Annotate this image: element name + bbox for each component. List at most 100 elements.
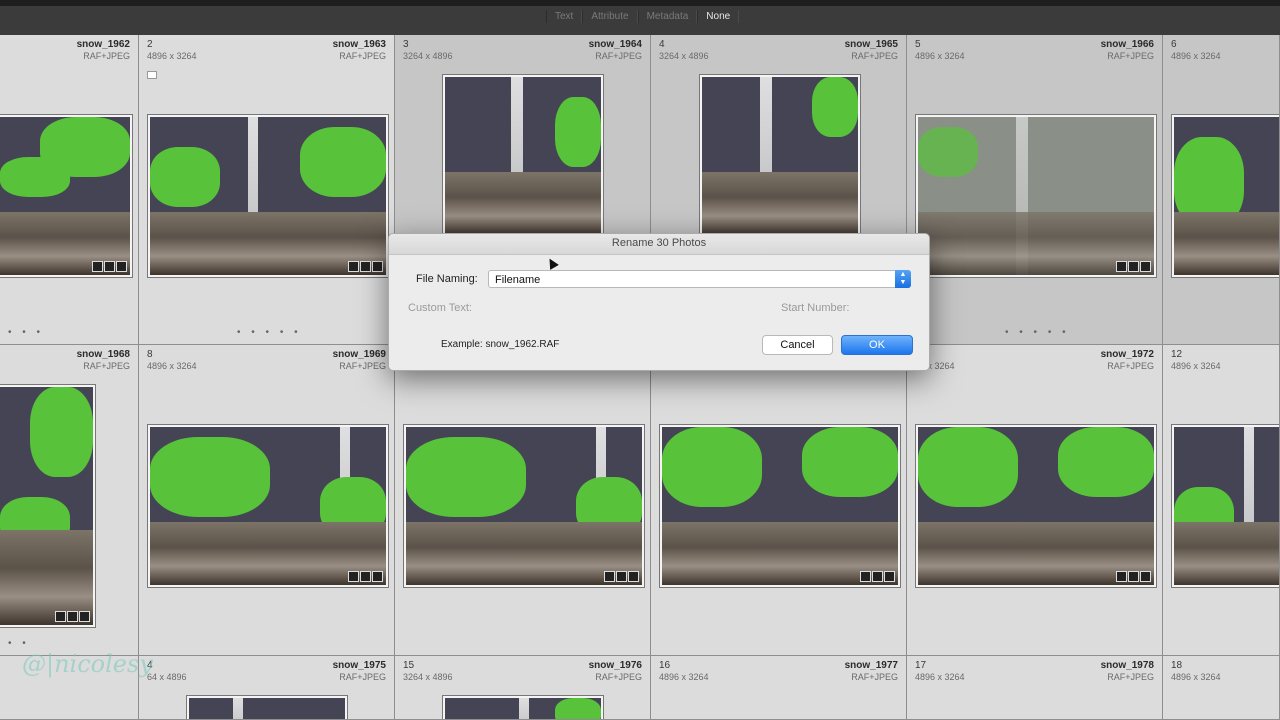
top-edge [0, 0, 1280, 6]
cell-index: 3 [403, 39, 409, 50]
rating-dots[interactable]: • • • • • [237, 327, 302, 338]
library-filter-bar: Text Attribute Metadata None [0, 0, 1280, 36]
cell-filename: snow_1977 [844, 660, 898, 671]
cell-dimensions: 4896 x 3264 [147, 51, 197, 61]
grid-cell[interactable] [651, 345, 907, 656]
photo-thumbnail[interactable] [916, 115, 1156, 277]
cell-filetype: RAF+JPEG [339, 51, 386, 61]
grid-cell[interactable]: snow_1968 RAF+JPEG • • [0, 345, 139, 656]
photo-thumbnail[interactable] [700, 75, 860, 237]
photo-thumbnail[interactable] [1172, 115, 1279, 277]
cell-index: 8 [147, 349, 153, 360]
grid-cell[interactable]: 4 64 x 4896 snow_1975 RAF+JPEG [139, 656, 395, 720]
rating-dots[interactable]: • • • [8, 327, 44, 338]
cell-index: 18 [1171, 660, 1183, 671]
cell-filetype: RAF+JPEG [1107, 361, 1154, 371]
cell-filetype: RAF+JPEG [339, 672, 386, 682]
cell-filetype: RAF+JPEG [83, 361, 130, 371]
metadata-badges [604, 571, 639, 582]
cell-dimensions: 4896 x 3264 [1171, 361, 1221, 371]
grid-cell[interactable]: 12 4896 x 3264 [1163, 345, 1280, 656]
cell-dimensions: 4896 x 3264 [1171, 672, 1221, 682]
photo-thumbnail[interactable] [443, 696, 603, 719]
file-naming-label: File Naming: [416, 273, 478, 285]
photo-thumbnail[interactable] [0, 385, 95, 627]
cell-index: 2 [147, 39, 153, 50]
cell-filename: snow_1962 [76, 39, 130, 50]
metadata-badges [348, 261, 383, 272]
grid-cell[interactable]: 17 4896 x 3264 snow_1978 RAF+JPEG [907, 656, 1163, 720]
grid-cell[interactable]: 5 4896 x 3264 snow_1966 RAF+JPEG • • • •… [907, 35, 1163, 345]
flag-icon[interactable] [147, 71, 157, 79]
photo-thumbnail[interactable] [660, 425, 900, 587]
photo-thumbnail[interactable] [148, 115, 388, 277]
watermark: @|nicolesy [22, 650, 153, 678]
cell-dimensions: 4896 x 3264 [1171, 51, 1221, 61]
cell-index: 15 [403, 660, 415, 671]
example-value: snow_1962.RAF [485, 339, 560, 350]
cell-filename: snow_1968 [76, 349, 130, 360]
filter-tab-text[interactable]: Text [546, 10, 583, 23]
rating-dots[interactable]: • • • • • [1005, 327, 1070, 338]
photo-thumbnail[interactable] [1172, 425, 1279, 587]
cell-filename: snow_1964 [588, 39, 642, 50]
cell-filename: snow_1978 [1100, 660, 1154, 671]
grid-cell[interactable]: 6 4896 x 3264 [1163, 35, 1280, 345]
photo-thumbnail[interactable] [0, 115, 132, 277]
cell-index: 12 [1171, 349, 1183, 360]
rename-photos-dialog: Rename 30 Photos File Naming: Filename ▲… [388, 233, 930, 371]
metadata-badges [348, 571, 383, 582]
cell-dimensions: 3264 x 4896 [403, 672, 453, 682]
cell-filetype: RAF+JPEG [83, 51, 130, 61]
grid-cell[interactable] [395, 345, 651, 656]
photo-thumbnail[interactable] [187, 696, 347, 719]
cell-index: 16 [659, 660, 671, 671]
photo-thumbnail[interactable] [404, 425, 644, 587]
cell-dimensions: 3264 x 4896 [403, 51, 453, 61]
grid-cell[interactable]: 2 4896 x 3264 snow_1963 RAF+JPEG • • • •… [139, 35, 395, 345]
cell-index: 17 [915, 660, 927, 671]
rating-dots[interactable]: • • [8, 638, 30, 649]
cell-filename: snow_1966 [1100, 39, 1154, 50]
photo-grid: snow_1962 RAF+JPEG • • • 2 4896 x 3264 s… [0, 35, 1280, 720]
filter-tabs: Text Attribute Metadata None [546, 10, 740, 23]
filter-tab-attribute[interactable]: Attribute [582, 10, 638, 23]
metadata-badges [55, 611, 90, 622]
metadata-badges [860, 571, 895, 582]
chevron-updown-icon[interactable]: ▲ ▼ [895, 270, 911, 288]
grid-cell[interactable]: 96 x 3264 snow_1972 RAF+JPEG [907, 345, 1163, 656]
cell-filename: snow_1972 [1100, 349, 1154, 360]
cell-dimensions: 4896 x 3264 [915, 672, 965, 682]
cell-dimensions: 4896 x 3264 [659, 672, 709, 682]
filter-tab-metadata[interactable]: Metadata [637, 10, 698, 23]
file-naming-value: Filename [495, 274, 541, 286]
file-naming-select[interactable]: Filename ▲ ▼ [488, 270, 911, 288]
cancel-button[interactable]: Cancel [762, 335, 833, 355]
metadata-badges [1116, 571, 1151, 582]
grid-cell[interactable]: 15 3264 x 4896 snow_1976 RAF+JPEG [395, 656, 651, 720]
cell-filename: snow_1976 [588, 660, 642, 671]
cell-filename: snow_1965 [844, 39, 898, 50]
grid-cell[interactable]: snow_1962 RAF+JPEG • • • [0, 35, 139, 345]
custom-text-label: Custom Text: [408, 302, 472, 314]
cell-filetype: RAF+JPEG [1107, 672, 1154, 682]
cell-dimensions: 4896 x 3264 [915, 51, 965, 61]
filter-tab-none[interactable]: None [697, 10, 740, 23]
cell-filetype: RAF+JPEG [1107, 51, 1154, 61]
cell-filename: snow_1975 [332, 660, 386, 671]
example-preview: Example: snow_1962.RAF [441, 339, 559, 350]
cell-dimensions: 3264 x 4896 [659, 51, 709, 61]
cell-filetype: RAF+JPEG [339, 361, 386, 371]
cell-filetype: RAF+JPEG [595, 672, 642, 682]
grid-cell[interactable]: 18 4896 x 3264 [1163, 656, 1280, 720]
photo-thumbnail[interactable] [443, 75, 603, 237]
grid-cell[interactable]: 8 4896 x 3264 snow_1969 RAF+JPEG [139, 345, 395, 656]
photo-thumbnail[interactable] [148, 425, 388, 587]
metadata-badges [1116, 261, 1151, 272]
grid-cell[interactable]: 16 4896 x 3264 snow_1977 RAF+JPEG [651, 656, 907, 720]
cell-index: 5 [915, 39, 921, 50]
ok-button[interactable]: OK [841, 335, 913, 355]
metadata-badges [92, 261, 127, 272]
photo-thumbnail[interactable] [916, 425, 1156, 587]
start-number-label: Start Number: [781, 302, 850, 314]
